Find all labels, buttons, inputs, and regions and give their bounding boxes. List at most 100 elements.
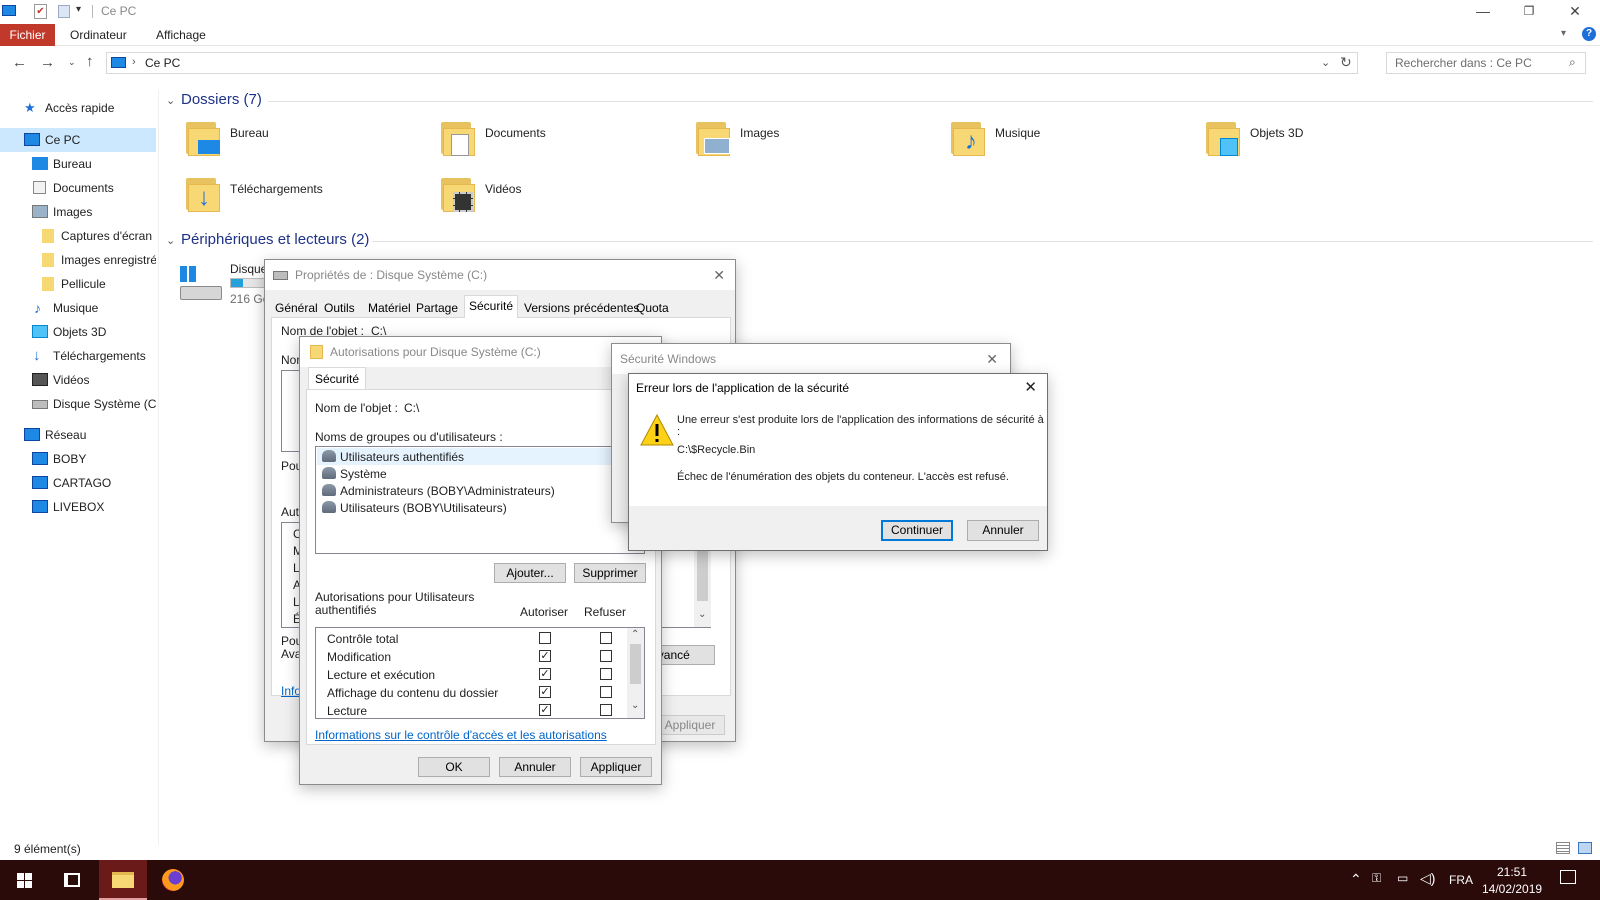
properties-title-bar[interactable]: Propriétés de : Disque Système (C:) ✕ [265, 260, 735, 290]
nav-network-cartago[interactable]: CARTAGO [0, 471, 156, 495]
close-button[interactable]: ✕ [1552, 0, 1598, 24]
tab-partage[interactable]: Partage [412, 298, 462, 318]
error-close-icon[interactable]: ✕ [1024, 378, 1037, 396]
windows-security-title-bar[interactable]: Sécurité Windows ✕ [612, 344, 1010, 374]
tab-fichier[interactable]: Fichier [0, 24, 55, 46]
scroll-up-icon[interactable]: ⌃ [631, 629, 639, 640]
folders-header[interactable]: Dossiers (7) [181, 91, 262, 108]
restore-button[interactable]: ❐ [1506, 0, 1552, 24]
search-input[interactable]: Rechercher dans : Ce PC [1395, 56, 1532, 70]
allow-checkbox[interactable] [539, 632, 551, 644]
nav-item-images-enregistrees[interactable]: Images enregistrées [0, 248, 156, 272]
task-view-button[interactable] [48, 860, 96, 900]
nav-item-bureau[interactable]: Bureau [0, 152, 156, 176]
nav-item-pellicule[interactable]: Pellicule [0, 272, 156, 296]
properties-close-icon[interactable]: ✕ [713, 260, 725, 290]
ok-button[interactable]: OK [418, 757, 490, 777]
clock-time[interactable]: 21:51 [1497, 865, 1527, 879]
up-arrow-icon[interactable]: ↑ [86, 53, 94, 70]
cancel-button[interactable]: Annuler [499, 757, 571, 777]
pane-divider[interactable] [158, 90, 159, 845]
tab-securite[interactable]: Sécurité [464, 295, 519, 318]
properties-icon[interactable]: ✔ [34, 4, 47, 19]
groups-list[interactable]: Utilisateurs authentifiés Système Admini… [315, 446, 645, 554]
nav-item-telechargements[interactable]: ↓ Téléchargements [0, 344, 156, 368]
devices-header[interactable]: Périphériques et lecteurs (2) [181, 231, 369, 248]
refresh-icon[interactable]: ↻ [1340, 54, 1352, 71]
allow-checkbox[interactable]: ✓ [539, 704, 551, 716]
tab-versions-precedentes[interactable]: Versions précédentes [520, 298, 643, 318]
list-item[interactable]: Administrateurs (BOBY\Administrateurs) [317, 482, 637, 499]
access-control-info-link[interactable]: Informations sur le contrôle d'accès et … [315, 728, 607, 742]
back-arrow-icon[interactable]: ← [12, 54, 27, 71]
nav-item-documents[interactable]: Documents [0, 176, 156, 200]
scrollbar-thumb[interactable] [630, 644, 641, 684]
folder-tile-images[interactable]: Images [694, 122, 934, 164]
nav-network[interactable]: Réseau [0, 423, 156, 447]
tab-affichage[interactable]: Affichage [156, 24, 206, 46]
deny-checkbox[interactable] [600, 704, 612, 716]
windows-security-close-icon[interactable]: ✕ [986, 344, 998, 374]
minimize-button[interactable]: — [1460, 0, 1506, 24]
address-bar[interactable]: › Ce PC ⌄ ↻ [106, 52, 1358, 74]
search-box[interactable]: Rechercher dans : Ce PC ⌕ [1386, 52, 1586, 74]
tab-general[interactable]: Général [271, 298, 322, 318]
language-indicator[interactable]: FRA [1449, 873, 1473, 887]
remove-button[interactable]: Supprimer [574, 563, 646, 583]
network-status-icon[interactable]: ⚿ [1372, 871, 1381, 886]
tab-ordinateur[interactable]: Ordinateur [70, 24, 127, 46]
nav-this-pc[interactable]: Ce PC [0, 128, 156, 152]
nav-item-musique[interactable]: ♪ Musique [0, 296, 156, 320]
tab-securite[interactable]: Sécurité [308, 367, 367, 389]
display-icon[interactable]: ▭ [1397, 871, 1408, 885]
nav-quick-access[interactable]: ★ Accès rapide [0, 96, 156, 120]
deny-checkbox[interactable] [600, 686, 612, 698]
nav-item-images[interactable]: Images [0, 200, 156, 224]
list-item[interactable]: Utilisateurs authentifiés [317, 448, 637, 465]
search-icon[interactable]: ⌕ [1569, 55, 1576, 70]
nav-item-videos[interactable]: Vidéos [0, 368, 156, 392]
scroll-down-icon[interactable]: ⌄ [631, 700, 639, 711]
forward-arrow-icon[interactable]: → [40, 54, 55, 71]
large-icons-view-icon[interactable] [1578, 842, 1592, 854]
allow-checkbox[interactable]: ✓ [539, 686, 551, 698]
recent-locations-icon[interactable]: ⌄ [68, 57, 76, 68]
file-explorer-taskbar-button[interactable] [99, 860, 147, 900]
scrollbar[interactable]: ⌃ ⌄ [627, 628, 644, 718]
firefox-taskbar-button[interactable] [149, 860, 197, 900]
deny-checkbox[interactable] [600, 668, 612, 680]
nav-network-livebox[interactable]: LIVEBOX [0, 495, 156, 519]
continue-button[interactable]: Continuer [881, 520, 953, 541]
deny-checkbox[interactable] [600, 632, 612, 644]
volume-icon[interactable]: ◁) [1420, 870, 1435, 887]
nav-item-captures[interactable]: Captures d'écran [0, 224, 156, 248]
folders-collapse-icon[interactable]: ⌄ [166, 94, 175, 107]
folder-tile-musique[interactable]: ♪ Musique [949, 122, 1189, 164]
allow-checkbox[interactable]: ✓ [539, 668, 551, 680]
show-hidden-icons-icon[interactable]: ⌃ [1350, 871, 1362, 888]
action-center-icon[interactable] [1560, 870, 1576, 884]
start-button[interactable] [0, 860, 48, 900]
drive-tile-system[interactable]: Disque 216 Go [180, 262, 270, 308]
apply-button[interactable]: Appliquer [580, 757, 652, 777]
folder-tile-documents[interactable]: Documents [439, 122, 679, 164]
address-dropdown-icon[interactable]: ⌄ [1321, 56, 1330, 69]
tab-materiel[interactable]: Matériel [364, 298, 415, 318]
nav-item-objets-3d[interactable]: Objets 3D [0, 320, 156, 344]
clock-date[interactable]: 14/02/2019 [1482, 882, 1542, 896]
allow-checkbox[interactable]: ✓ [539, 650, 551, 662]
info-link-partial[interactable]: Info [281, 684, 301, 698]
add-button[interactable]: Ajouter... [494, 563, 566, 583]
folder-tile-objets-3d[interactable]: Objets 3D [1204, 122, 1444, 164]
error-title-bar[interactable]: Erreur lors de l'application de la sécur… [629, 374, 1047, 402]
tab-outils[interactable]: Outils [320, 298, 359, 318]
customize-toolbar-icon[interactable]: ▾ [76, 4, 81, 15]
details-view-icon[interactable] [1556, 842, 1570, 854]
list-item[interactable]: Utilisateurs (BOBY\Utilisateurs) [317, 499, 637, 516]
tab-quota[interactable]: Quota [632, 298, 673, 318]
scroll-down-icon[interactable]: ⌄ [698, 609, 706, 620]
deny-checkbox[interactable] [600, 650, 612, 662]
devices-collapse-icon[interactable]: ⌄ [166, 234, 175, 247]
folder-tile-videos[interactable]: Vidéos [439, 178, 679, 220]
expand-ribbon-icon[interactable]: ▾ [1561, 28, 1566, 39]
